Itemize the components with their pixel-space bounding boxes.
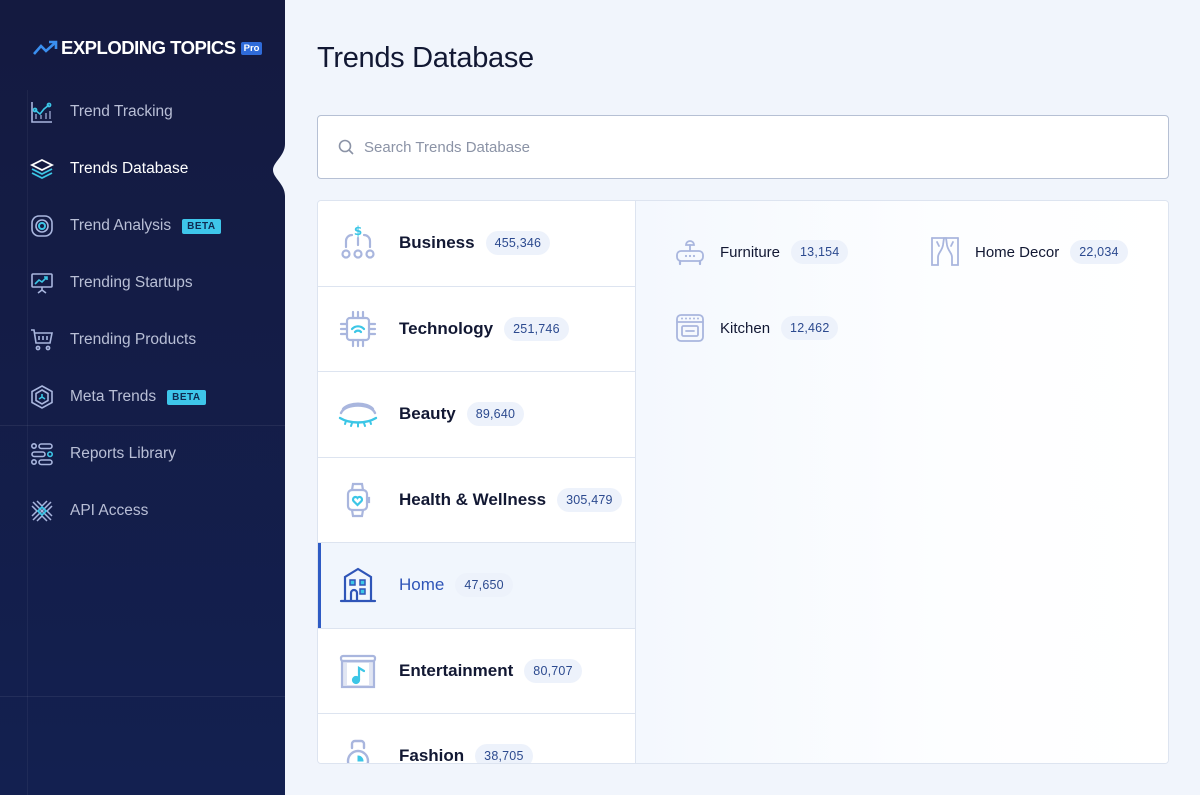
subcategory-furniture[interactable]: Furniture 13,154: [674, 236, 849, 268]
sidebar-item-label: Trend Analysis: [70, 217, 172, 234]
category-name: Beauty: [399, 404, 456, 424]
subcategory-name: Home Decor: [975, 243, 1060, 261]
sidebar-item-trend-analysis[interactable]: Trend Analysis BETA: [30, 213, 221, 239]
sidebar-item-meta-trends[interactable]: Meta Trends BETA: [30, 384, 206, 410]
category-home[interactable]: Home 47,650: [318, 543, 635, 629]
pro-badge: Pro: [240, 41, 263, 55]
reports-icon: [30, 442, 54, 466]
sidebar-item-trend-tracking[interactable]: Trend Tracking: [30, 99, 173, 125]
category-health-wellness[interactable]: Health & Wellness 305,479: [318, 457, 635, 543]
subcategory-home-decor[interactable]: Home Decor 22,034: [929, 236, 1128, 268]
trend-arrow-icon: [33, 40, 58, 55]
sofa-lamp-icon: [674, 236, 706, 268]
sidebar-item-trends-database[interactable]: Trends Database: [30, 156, 188, 182]
search-input[interactable]: [364, 138, 1064, 156]
beta-badge: BETA: [167, 389, 206, 405]
handbag-icon: [338, 736, 378, 763]
sidebar-item-label: Trend Tracking: [70, 103, 173, 120]
category-name: Technology: [399, 318, 494, 338]
presentation-chart-icon: [30, 271, 54, 295]
sidebar-item-label: Trending Startups: [70, 274, 193, 291]
subcategory-kitchen[interactable]: Kitchen 12,462: [674, 312, 839, 344]
oven-icon: [674, 312, 706, 344]
category-count: 89,640: [466, 402, 525, 427]
shopping-cart-icon: [30, 328, 54, 352]
sidebar-item-api-access[interactable]: API Access: [30, 498, 148, 524]
category-name: Health & Wellness: [399, 489, 547, 509]
sidebar-item-label: Reports Library: [70, 445, 176, 462]
svg-text:$: $: [354, 224, 362, 238]
house-icon: [338, 565, 378, 605]
sidebar-item-label: Meta Trends: [70, 388, 157, 405]
category-name: Business: [399, 233, 475, 253]
sidebar-grid-line: [27, 90, 28, 795]
category-count: 47,650: [455, 573, 513, 598]
category-count: 251,746: [504, 316, 569, 341]
subcategory-count: 22,034: [1070, 240, 1128, 264]
music-stage-icon: [338, 651, 378, 691]
hexagon-icon: [30, 385, 54, 409]
search-icon: [338, 139, 354, 155]
category-technology[interactable]: Technology 251,746: [318, 286, 635, 372]
category-name: Fashion: [399, 746, 465, 764]
category-name: Entertainment: [399, 660, 514, 680]
category-list: $ Business 455,346 Technology 251,746 Be…: [318, 201, 636, 763]
category-beauty[interactable]: Beauty 89,640: [318, 372, 635, 458]
api-icon: [30, 499, 54, 523]
category-business[interactable]: $ Business 455,346: [318, 201, 635, 287]
target-icon: [30, 214, 54, 238]
categories-panel: $ Business 455,346 Technology 251,746 Be…: [317, 200, 1169, 764]
category-fashion[interactable]: Fashion 38,705: [318, 714, 635, 764]
sidebar-divider: [0, 425, 285, 426]
sidebar-item-label: API Access: [70, 502, 149, 519]
chip-icon: [338, 309, 378, 349]
search-bar[interactable]: [317, 115, 1169, 179]
page-title: Trends Database: [317, 42, 534, 74]
curtains-icon: [929, 236, 961, 268]
category-count: 80,707: [524, 658, 582, 683]
sidebar-item-trending-products[interactable]: Trending Products: [30, 327, 196, 353]
sidebar-item-label: Trends Database: [70, 160, 189, 177]
category-entertainment[interactable]: Entertainment 80,707: [318, 628, 635, 714]
subcategory-count: 12,462: [781, 316, 839, 340]
subcategory-count: 13,154: [791, 240, 849, 264]
brand-logo[interactable]: EXPLODING TOPICS Pro: [33, 37, 263, 59]
eyelash-icon: [338, 394, 378, 434]
subcategory-name: Furniture: [720, 243, 781, 261]
subcategory-name: Kitchen: [720, 319, 771, 337]
sidebar-divider: [0, 696, 285, 697]
brand-name: EXPLODING TOPICS: [61, 37, 236, 58]
category-count: 305,479: [557, 487, 622, 512]
smartwatch-icon: [338, 480, 378, 520]
layers-icon: [30, 157, 54, 181]
trend-tracking-icon: [30, 100, 54, 124]
sidebar-item-reports-library[interactable]: Reports Library: [30, 441, 176, 467]
active-item-notch: [273, 144, 299, 196]
category-name: Home: [399, 575, 445, 595]
sidebar-item-label: Trending Products: [70, 331, 197, 348]
subcategory-area: Furniture 13,154 Home Decor 22,034 Kitch…: [636, 201, 1168, 763]
sidebar-item-trending-startups[interactable]: Trending Startups: [30, 270, 193, 296]
beta-badge: BETA: [182, 218, 221, 234]
sidebar: EXPLODING TOPICS Pro Trend Tracking Tren…: [0, 0, 285, 795]
category-count: 38,705: [475, 744, 533, 763]
business-icon: $: [338, 223, 378, 263]
category-count: 455,346: [485, 231, 551, 256]
